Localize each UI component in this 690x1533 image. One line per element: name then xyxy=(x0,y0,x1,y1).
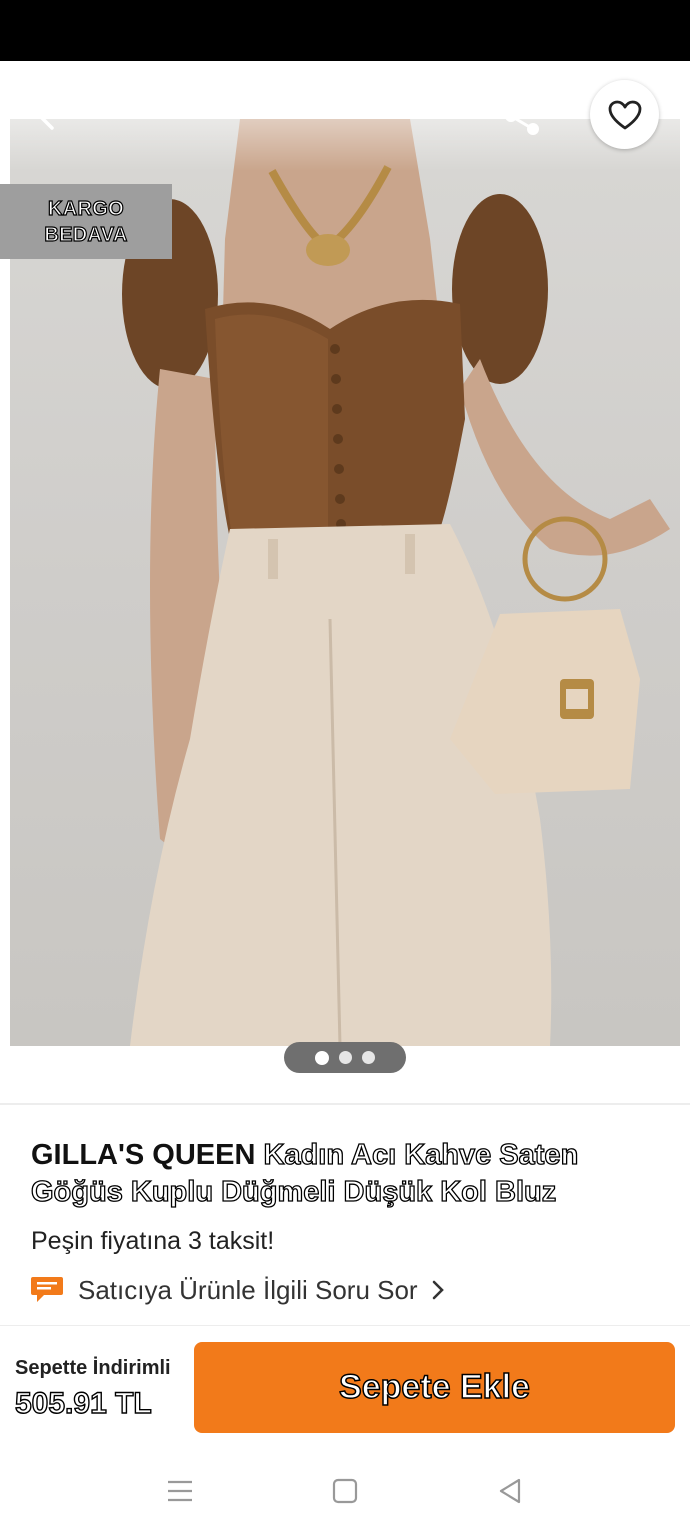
pagination-dot-1[interactable] xyxy=(315,1050,329,1065)
price: 505.91 TL xyxy=(14,1386,152,1420)
nav-back-button[interactable] xyxy=(490,1474,530,1508)
add-to-cart-label: Sepete Ekle xyxy=(338,1367,530,1407)
menu-lines-icon xyxy=(168,1480,192,1502)
badge-line-2: BEDAVA xyxy=(44,223,128,246)
favorite-button[interactable] xyxy=(590,80,659,149)
add-to-cart-button[interactable]: Sepete Ekle xyxy=(194,1342,675,1433)
pagination-dot-3[interactable] xyxy=(362,1051,375,1064)
square-icon xyxy=(332,1478,358,1504)
image-top-overlay xyxy=(0,61,690,171)
discount-label: Sepette İndirimli xyxy=(15,1357,171,1379)
heart-outline-icon xyxy=(608,100,641,129)
chevron-right-icon xyxy=(432,1280,444,1300)
system-navigation-bar xyxy=(0,1446,690,1533)
gallery-pagination[interactable] xyxy=(284,1042,406,1073)
brand-name[interactable]: GILLA'S QUEEN xyxy=(31,1139,255,1171)
triangle-back-icon xyxy=(499,1478,521,1504)
nav-recents-button[interactable] xyxy=(160,1474,200,1508)
badge-line-1: KARGO xyxy=(47,197,124,220)
share-icon xyxy=(505,97,539,135)
share-button[interactable] xyxy=(496,92,548,140)
product-image-gallery[interactable]: KARGO BEDAVA xyxy=(0,61,690,1101)
free-shipping-badge: KARGO BEDAVA xyxy=(0,184,172,259)
nav-home-button[interactable] xyxy=(325,1474,365,1508)
ask-seller-link[interactable]: Satıcıya Ürünle İlgili Soru Sor xyxy=(30,1273,444,1307)
product-title: GILLA'S QUEEN Kadın Acı Kahve Saten Göğü… xyxy=(30,1137,671,1211)
status-bar xyxy=(0,0,690,61)
arrow-left-icon xyxy=(38,102,72,130)
section-divider xyxy=(0,1103,690,1105)
ask-seller-label: Satıcıya Ürünle İlgili Soru Sor xyxy=(78,1274,418,1305)
back-button[interactable] xyxy=(28,94,80,138)
chat-bubble-icon xyxy=(31,1277,63,1302)
installment-info: Peşin fiyatına 3 taksit! xyxy=(31,1227,275,1255)
pagination-dot-2[interactable] xyxy=(339,1051,352,1064)
